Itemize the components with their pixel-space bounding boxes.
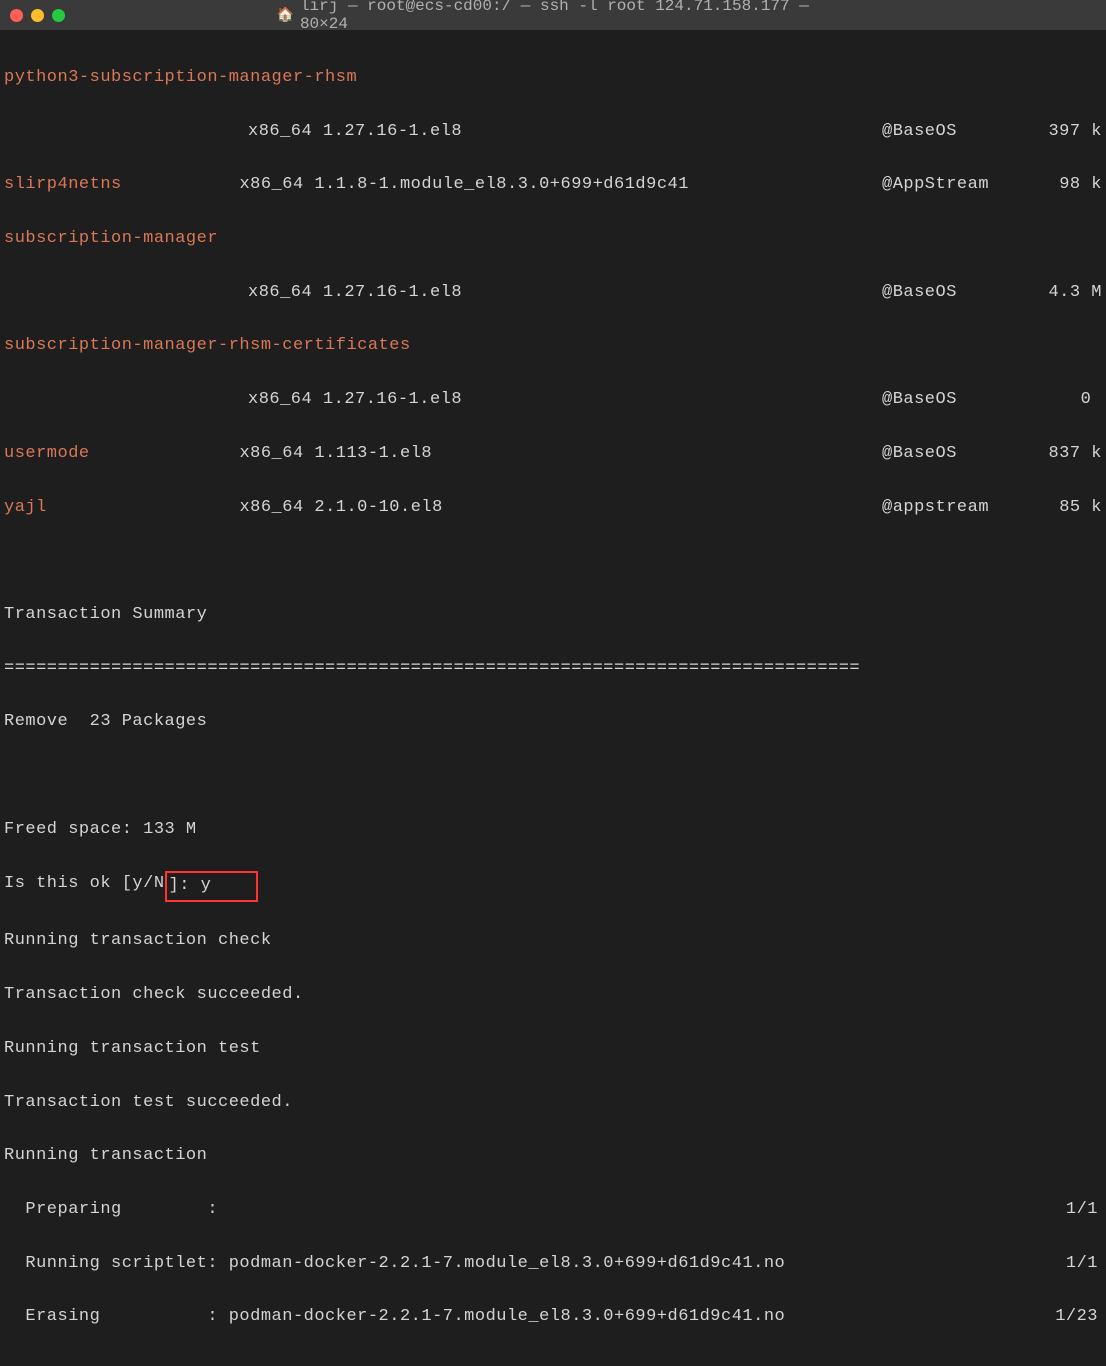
erasing-label: Erasing : podman-docker-2.2.1-7.module_e… — [4, 1304, 1055, 1331]
home-icon: 🏠 — [277, 7, 294, 24]
package-repo: @BaseOS — [882, 119, 1027, 146]
scriptlet-label: Running scriptlet: podman-docker-2.2.1-7… — [4, 1251, 1066, 1278]
transaction-check-done: Transaction check succeeded. — [4, 982, 304, 1009]
package-arch: x86_64 — [248, 390, 312, 409]
package-name: slirp4netns — [4, 175, 122, 194]
package-arch: x86_64 — [248, 283, 312, 302]
package-repo: @appstream — [882, 495, 1027, 522]
package-size: 4.3 M — [1027, 280, 1102, 307]
package-size: 85 k — [1027, 495, 1102, 522]
divider: ========================================… — [4, 656, 860, 683]
confirm-prompt: Is this ok [y/N — [4, 871, 165, 902]
user-input-highlight: ]: y — [165, 871, 259, 902]
running-transaction: Running transaction — [4, 1143, 207, 1170]
transaction-test-done: Transaction test succeeded. — [4, 1090, 293, 1117]
package-arch: x86_64 — [239, 498, 303, 517]
scriptlet-progress: 1/1 — [1066, 1251, 1102, 1278]
minimize-button[interactable] — [31, 9, 44, 22]
package-version: 1.27.16-1.el8 — [323, 283, 462, 302]
window-title: 🏠 lirj — root@ecs-cd00:/ — ssh -l root 1… — [277, 0, 830, 33]
package-arch: x86_64 — [239, 444, 303, 463]
package-name: yajl — [4, 498, 47, 517]
package-size: 98 k — [1027, 172, 1102, 199]
package-version: 1.27.16-1.el8 — [323, 390, 462, 409]
terminal-output[interactable]: python3-subscription-manager-rhsm x86_64… — [0, 30, 1106, 1366]
package-name: subscription-manager — [4, 226, 218, 253]
confirm-answer: ]: y — [169, 876, 212, 895]
window-controls — [10, 9, 65, 22]
package-version: 2.1.0-10.el8 — [314, 498, 442, 517]
window-titlebar: 🏠 lirj — root@ecs-cd00:/ — ssh -l root 1… — [0, 0, 1106, 30]
maximize-button[interactable] — [52, 9, 65, 22]
freed-space: Freed space: 133 M — [4, 817, 197, 844]
package-name: usermode — [4, 444, 90, 463]
transaction-check: Running transaction check — [4, 928, 272, 955]
package-name: python3-subscription-manager-rhsm — [4, 65, 357, 92]
package-version: 1.27.16-1.el8 — [323, 122, 462, 141]
package-size: 397 k — [1027, 119, 1102, 146]
title-label: lirj — root@ecs-cd00:/ — ssh -l root 124… — [300, 0, 830, 33]
package-arch: x86_64 — [239, 175, 303, 194]
package-version: 1.1.8-1.module_el8.3.0+699+d61d9c41 — [314, 175, 689, 194]
package-repo: @BaseOS — [882, 387, 1027, 414]
transaction-summary-header: Transaction Summary — [4, 602, 207, 629]
erasing-progress: 1/23 — [1055, 1304, 1102, 1331]
package-arch: x86_64 — [248, 122, 312, 141]
package-version: 1.113-1.el8 — [314, 444, 432, 463]
package-size: 837 k — [1027, 441, 1102, 468]
package-repo: @AppStream — [882, 172, 1027, 199]
preparing-label: Preparing : — [4, 1197, 1066, 1224]
package-name: subscription-manager-rhsm-certificates — [4, 333, 411, 360]
package-repo: @BaseOS — [882, 280, 1027, 307]
close-button[interactable] — [10, 9, 23, 22]
transaction-test: Running transaction test — [4, 1036, 261, 1063]
preparing-progress: 1/1 — [1066, 1197, 1102, 1224]
remove-count: Remove 23 Packages — [4, 709, 207, 736]
package-repo: @BaseOS — [882, 441, 1027, 468]
package-size: 0 — [1027, 387, 1102, 414]
